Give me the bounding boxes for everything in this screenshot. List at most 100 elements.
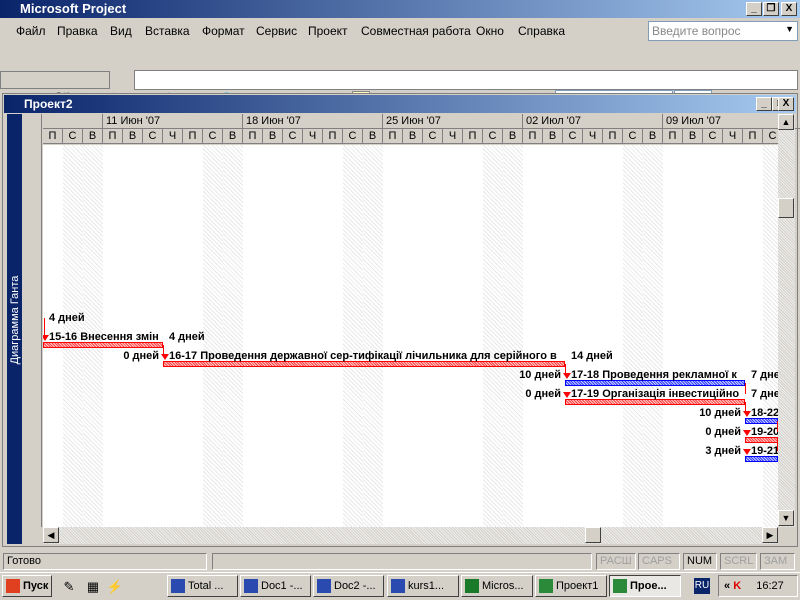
- task-name-label: 16-17 Проведення державної сер-тифікації…: [169, 350, 557, 362]
- app-icon: [391, 579, 405, 593]
- task-name-label: 19-20: [751, 426, 778, 438]
- dependency-line: [163, 345, 164, 356]
- day-header: П: [103, 129, 123, 144]
- menu-item[interactable]: Совместная работа: [361, 24, 471, 38]
- status-indicator: CAPS: [638, 553, 680, 570]
- status-text: Готово: [3, 553, 207, 570]
- nonworking-day-shading: [363, 145, 383, 527]
- duration-label: 4 дней: [169, 331, 205, 343]
- tray-expand-icon[interactable]: «: [724, 580, 730, 592]
- minimize-button[interactable]: _: [746, 2, 762, 16]
- quicklaunch-icon[interactable]: ✎: [60, 578, 78, 596]
- vertical-scroll-thumb[interactable]: [778, 198, 794, 218]
- language-indicator[interactable]: RU: [694, 578, 710, 594]
- day-header: С: [283, 129, 303, 144]
- scroll-left-button[interactable]: ◀: [43, 527, 59, 543]
- day-header: В: [83, 129, 103, 144]
- week-header: 18 Июн '07: [243, 114, 383, 129]
- duration-label: 7 дне: [751, 369, 778, 381]
- timescale: 11 Июн '07 18 Июн '07 25 Июн '07 02 Июл '07…: [43, 114, 800, 144]
- vertical-scrollbar[interactable]: ▲ ▼: [778, 114, 795, 527]
- app-icon: [244, 579, 258, 593]
- day-header: П: [663, 129, 683, 144]
- day-header: П: [383, 129, 403, 144]
- day-header: В: [503, 129, 523, 144]
- view-bar[interactable]: Диаграмма Ганта: [7, 114, 22, 544]
- nonworking-day-shading: [343, 145, 363, 527]
- day-header: П: [463, 129, 483, 144]
- day-header: С: [423, 129, 443, 144]
- status-indicator: ЗАМ: [760, 553, 795, 570]
- day-header: С: [703, 129, 723, 144]
- day-header: П: [43, 129, 63, 144]
- system-tray: « K 16:27: [718, 575, 798, 597]
- taskbar-label: Проект1: [556, 580, 599, 592]
- task-name-label: 15-16 Внесення змін: [49, 331, 159, 343]
- taskbar-button[interactable]: Micros...: [461, 575, 533, 597]
- scroll-right-button[interactable]: ▶: [762, 527, 778, 543]
- menu-item[interactable]: Сервис: [256, 24, 297, 38]
- day-header: В: [363, 129, 383, 144]
- link-arrow-icon: [743, 449, 751, 455]
- day-header: П: [603, 129, 623, 144]
- lag-label: 0 дней: [525, 388, 561, 400]
- toolbar: 🗋 📂 💾 🖶 🔍 ⎘ 📋 ↶ 🌐 ⛓ ⋯ ▤ ☺ ? » ◀ ▶ Arial▼…: [0, 44, 800, 110]
- menu-item[interactable]: Справка: [518, 24, 565, 38]
- link-arrow-icon: [563, 392, 571, 398]
- taskbar-button[interactable]: kurs1...: [387, 575, 459, 597]
- taskbar-button[interactable]: Doc1 -...: [240, 575, 311, 597]
- day-header: В: [123, 129, 143, 144]
- horizontal-scrollbar[interactable]: ◀ ▶: [43, 527, 778, 544]
- status-panel-blank: [212, 553, 592, 570]
- week-header: 11 Июн '07: [103, 114, 243, 129]
- doc-minimize-button[interactable]: _: [756, 97, 772, 111]
- quicklaunch-icon-3[interactable]: ⚡: [106, 578, 124, 596]
- entry-bar-input[interactable]: [134, 70, 798, 90]
- taskbar-button[interactable]: Прое...: [609, 575, 681, 597]
- taskbar-button[interactable]: Проект1: [535, 575, 607, 597]
- app-title: Microsoft Project: [20, 1, 127, 16]
- start-label: Пуск: [23, 580, 49, 592]
- day-header: В: [543, 129, 563, 144]
- scroll-up-button[interactable]: ▲: [778, 114, 794, 130]
- dependency-line: [745, 402, 746, 413]
- dependency-line: [565, 364, 566, 375]
- menu-item[interactable]: Вставка: [145, 24, 190, 38]
- doc-close-button[interactable]: X: [778, 97, 794, 111]
- app-icon: [539, 579, 553, 593]
- menu-item[interactable]: Правка: [57, 24, 98, 38]
- nonworking-day-shading: [203, 145, 223, 527]
- taskbar-label: kurs1...: [408, 580, 445, 592]
- close-button[interactable]: X: [781, 2, 797, 16]
- ask-question-input[interactable]: Введите вопрос ▼: [648, 21, 798, 41]
- lag-label: 0 дней: [123, 350, 159, 362]
- taskbar-label: Total ...: [188, 580, 224, 592]
- task-name-label: 17-19 Організація інвестиційно: [571, 388, 740, 400]
- taskbar-button[interactable]: Doc2 -...: [313, 575, 384, 597]
- quicklaunch-icon-2[interactable]: ▦: [84, 578, 102, 596]
- menu-item[interactable]: Окно: [476, 24, 504, 38]
- nonworking-day-shading: [763, 145, 778, 527]
- scroll-down-button[interactable]: ▼: [778, 510, 794, 526]
- horizontal-scroll-thumb[interactable]: [585, 527, 601, 543]
- dropdown-icon[interactable]: ▼: [785, 24, 794, 34]
- taskbar-label: Doc1 -...: [261, 580, 303, 592]
- day-header: С: [143, 129, 163, 144]
- day-header: Ч: [723, 129, 743, 144]
- gantt-chart[interactable]: 15-16 Внесення змін 4 дней 4 дней 16-17 Про…: [43, 145, 778, 527]
- dependency-line: [745, 383, 746, 394]
- lag-label: 10 дней: [699, 407, 741, 419]
- app-icon: [317, 579, 331, 593]
- menu-item[interactable]: Вид: [110, 24, 132, 38]
- taskbar-button[interactable]: Total ...: [167, 575, 238, 597]
- app-title-bar: Microsoft Project _ ❐ X: [0, 0, 800, 18]
- kaspersky-icon[interactable]: K: [733, 580, 741, 592]
- restore-button[interactable]: ❐: [763, 2, 779, 16]
- menu-item[interactable]: Файл: [16, 24, 46, 38]
- day-header: В: [403, 129, 423, 144]
- nonworking-day-shading: [223, 145, 243, 527]
- start-button[interactable]: Пуск: [2, 575, 52, 597]
- windows-logo-icon: [6, 579, 20, 593]
- menu-item[interactable]: Формат: [202, 24, 245, 38]
- menu-item[interactable]: Проект: [308, 24, 348, 38]
